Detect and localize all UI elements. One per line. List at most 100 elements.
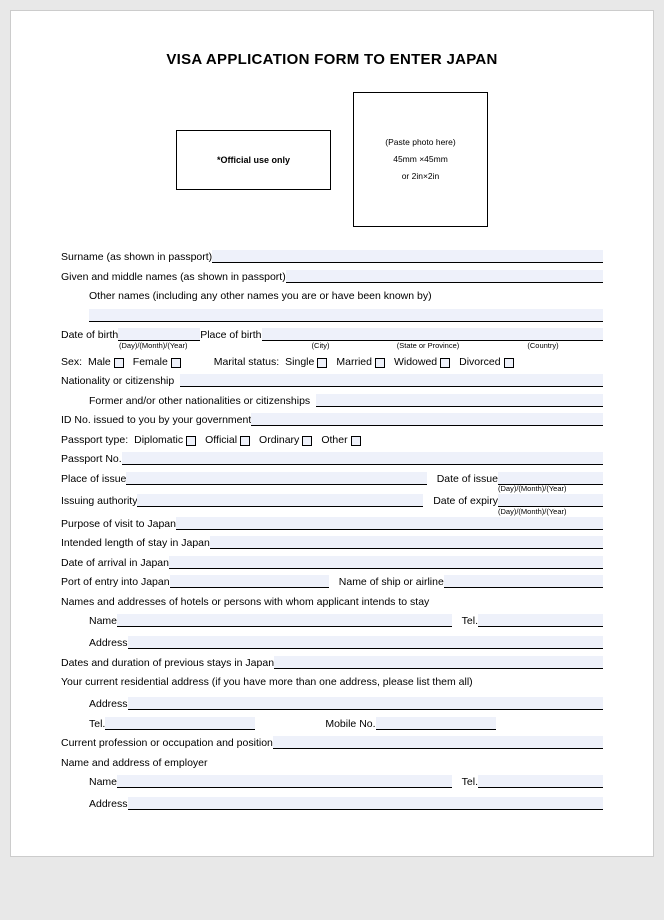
input-employer-address[interactable] (128, 797, 603, 810)
checkbox-female[interactable] (171, 358, 181, 368)
form-title: VISA APPLICATION FORM TO ENTER JAPAN (61, 51, 603, 68)
label-passport-type: Passport type: (61, 434, 128, 446)
label-mobile-no: Mobile No. (325, 718, 375, 730)
input-former-nationality[interactable] (316, 394, 603, 407)
label-employer-tel: Tel. (462, 776, 478, 788)
label-port-entry: Port of entry into Japan (61, 576, 170, 588)
input-previous-stays[interactable] (274, 656, 603, 669)
checkbox-married[interactable] (375, 358, 385, 368)
label-employer: Name and address of employer (61, 757, 208, 769)
input-hotel-address[interactable] (128, 636, 603, 649)
label-passport-no: Passport No. (61, 453, 122, 465)
sublabel-dmy-expiry: (Day)/(Month)/(Year) (498, 507, 603, 516)
row-other-names-label: Other names (including any other names y… (61, 288, 603, 302)
input-intended-length[interactable] (210, 536, 603, 549)
row-intended-length: Intended length of stay in Japan (61, 535, 603, 549)
input-hotel-tel[interactable] (478, 614, 603, 627)
label-previous-stays: Dates and duration of previous stays in … (61, 657, 274, 669)
row-passport-type: Passport type: Diplomatic Official Ordin… (61, 432, 603, 446)
input-date-issue[interactable] (498, 472, 603, 485)
sublabel-state: (State or Province) (373, 341, 483, 350)
photo-line1: (Paste photo here) (385, 134, 455, 151)
label-id-no: ID No. issued to you by your government (61, 414, 251, 426)
sublabel-dmy-issue: (Day)/(Month)/(Year) (498, 484, 603, 493)
label-single: Single (285, 356, 314, 368)
input-other-names[interactable] (89, 309, 603, 322)
sublabel-country: (Country) (483, 341, 603, 350)
row-current-address-label: Your current residential address (if you… (61, 674, 603, 688)
input-res-address[interactable] (128, 697, 603, 710)
label-profession: Current profession or occupation and pos… (61, 737, 273, 749)
form-page: VISA APPLICATION FORM TO ENTER JAPAN *Of… (10, 10, 654, 857)
row-date-expiry-sublabel: (Day)/(Month)/(Year) (61, 508, 603, 516)
label-intended-length: Intended length of stay in Japan (61, 537, 210, 549)
checkbox-widowed[interactable] (440, 358, 450, 368)
sublabel-dmy: (Day)/(Month)/(Year) (119, 341, 201, 350)
row-res-address: Address (61, 696, 603, 710)
label-current-address: Your current residential address (if you… (61, 676, 473, 688)
row-other-names-input (61, 308, 603, 322)
input-date-arrival[interactable] (169, 556, 603, 569)
row-previous-stays: Dates and duration of previous stays in … (61, 655, 603, 669)
label-marital: Marital status: (214, 356, 279, 368)
row-employer-address: Address (61, 796, 603, 810)
label-former-nationality: Former and/or other nationalities or cit… (89, 395, 310, 407)
input-nationality[interactable] (180, 374, 603, 387)
row-dob-pob-sublabels: (Day)/(Month)/(Year) (City) (State or Pr… (61, 342, 603, 350)
input-employer-name[interactable] (117, 775, 452, 788)
input-res-tel[interactable] (105, 717, 255, 730)
label-hotel-address: Address (89, 637, 128, 649)
label-widowed: Widowed (394, 356, 437, 368)
checkbox-divorced[interactable] (504, 358, 514, 368)
input-issuing-authority[interactable] (137, 494, 423, 507)
input-place-issue[interactable] (126, 472, 426, 485)
input-pob[interactable] (262, 328, 604, 341)
checkbox-ordinary[interactable] (302, 436, 312, 446)
label-employer-name: Name (89, 776, 117, 788)
label-dob: Date of birth (61, 329, 118, 341)
input-date-expiry[interactable] (498, 494, 603, 507)
row-given-names: Given and middle names (as shown in pass… (61, 269, 603, 283)
row-former-nationality: Former and/or other nationalities or cit… (61, 393, 603, 407)
input-surname[interactable] (212, 250, 603, 263)
label-date-issue: Date of issue (437, 473, 498, 485)
row-place-date-issue: Place of issue Date of issue (61, 471, 603, 485)
sublabel-city: (City) (268, 341, 373, 350)
label-married: Married (336, 356, 372, 368)
input-ship-airline[interactable] (444, 575, 603, 588)
header-boxes: *Official use only (Paste photo here) 45… (61, 92, 603, 227)
input-dob[interactable] (118, 328, 200, 341)
row-hotel-address: Address (61, 635, 603, 649)
checkbox-official[interactable] (240, 436, 250, 446)
label-official: Official (205, 434, 237, 446)
label-place-issue: Place of issue (61, 473, 126, 485)
label-other-names: Other names (including any other names y… (89, 290, 432, 302)
input-employer-tel[interactable] (478, 775, 603, 788)
input-id-no[interactable] (251, 413, 603, 426)
row-employer-label: Name and address of employer (61, 755, 603, 769)
input-passport-no[interactable] (122, 452, 603, 465)
row-purpose: Purpose of visit to Japan (61, 516, 603, 530)
row-nationality: Nationality or citizenship (61, 373, 603, 387)
label-hotel-name: Name (89, 615, 117, 627)
input-purpose[interactable] (176, 517, 603, 530)
row-hotels-label: Names and addresses of hotels or persons… (61, 594, 603, 608)
row-hotel-name: Name Tel. (61, 613, 603, 627)
input-profession[interactable] (273, 736, 603, 749)
checkbox-diplomatic[interactable] (186, 436, 196, 446)
photo-line2: 45mm ×45mm (393, 151, 448, 168)
row-sex-marital: Sex: Male Female Marital status: Single … (61, 354, 603, 368)
checkbox-single[interactable] (317, 358, 327, 368)
checkbox-other[interactable] (351, 436, 361, 446)
input-port-entry[interactable] (170, 575, 329, 588)
row-authority-expiry: Issuing authority Date of expiry (61, 493, 603, 507)
input-given-names[interactable] (286, 270, 603, 283)
input-mobile-no[interactable] (376, 717, 496, 730)
row-id-no: ID No. issued to you by your government (61, 412, 603, 426)
row-res-tel-mobile: Tel. Mobile No. (61, 716, 603, 730)
label-surname: Surname (as shown in passport) (61, 251, 212, 263)
checkbox-male[interactable] (114, 358, 124, 368)
label-ordinary: Ordinary (259, 434, 299, 446)
input-hotel-name[interactable] (117, 614, 452, 627)
label-purpose: Purpose of visit to Japan (61, 518, 176, 530)
